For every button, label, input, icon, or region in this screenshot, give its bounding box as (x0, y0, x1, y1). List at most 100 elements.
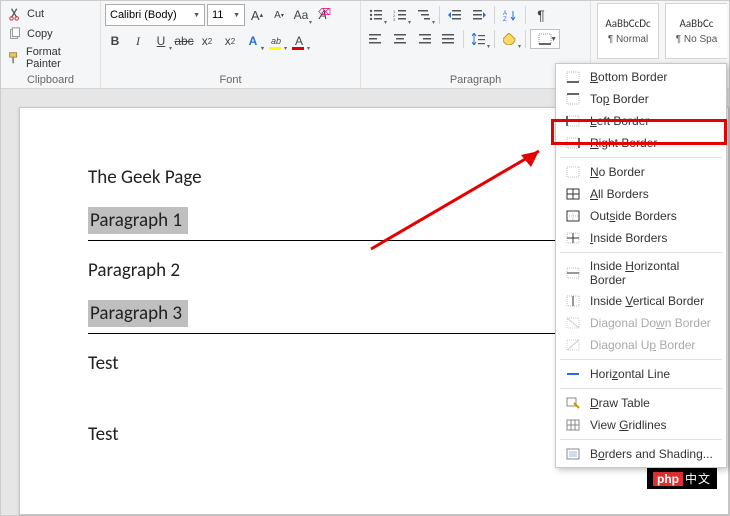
menu-label: Left Border (590, 114, 649, 128)
format-painter-label: Format Painter (26, 46, 94, 70)
text-effects-button[interactable]: A (243, 31, 263, 51)
italic-button[interactable]: I (128, 31, 148, 51)
menu-label: Draw Table (590, 396, 650, 410)
bold-button[interactable]: B (105, 31, 125, 51)
menu-outside-borders[interactable]: Outside Borders (556, 205, 726, 227)
gridlines-icon (564, 417, 582, 433)
numbering-button[interactable]: 123 (389, 5, 411, 25)
chevron-down-icon: ▼ (550, 36, 557, 43)
menu-diagonal-down: Diagonal Down Border (556, 312, 726, 334)
menu-label: No Border (590, 165, 645, 179)
font-size-combo[interactable]: 11 ▼ (207, 4, 245, 26)
menu-inside-borders[interactable]: Inside Borders (556, 227, 726, 249)
menu-label: Inside Borders (590, 231, 667, 245)
chevron-down-icon: ▼ (193, 12, 200, 19)
format-painter-button[interactable]: Format Painter (5, 45, 96, 71)
horizontal-line-icon (564, 366, 582, 382)
borders-dropdown-menu: Bottom Border Top Border Left Border Rig… (555, 63, 727, 468)
increase-indent-button[interactable] (468, 5, 490, 25)
align-center-button[interactable] (389, 29, 411, 49)
line-spacing-button[interactable] (468, 29, 490, 49)
subscript-button[interactable]: x2 (197, 31, 217, 51)
superscript-button[interactable]: x2 (220, 31, 240, 51)
test-text-2: Test (88, 423, 119, 446)
cut-icon (7, 6, 23, 22)
underline-button[interactable]: U (151, 31, 171, 51)
outside-borders-icon (564, 208, 582, 224)
copy-label: Copy (27, 28, 53, 40)
align-left-button[interactable] (365, 29, 387, 49)
menu-horizontal-line[interactable]: Horizontal Line (556, 363, 726, 385)
borders-button[interactable]: ▼ (530, 29, 560, 49)
diagonal-up-icon (564, 337, 582, 353)
menu-diagonal-up: Diagonal Up Border (556, 334, 726, 356)
menu-view-gridlines[interactable]: View Gridlines (556, 414, 726, 436)
svg-text:Z: Z (503, 17, 507, 21)
shading-button[interactable] (499, 29, 521, 49)
paragraph-3-selected: Paragraph 3 (88, 300, 188, 327)
cut-label: Cut (27, 8, 44, 20)
menu-label: Outside Borders (590, 209, 677, 223)
menu-label: Inside Vertical Border (590, 294, 704, 308)
menu-left-border[interactable]: Left Border (556, 110, 726, 132)
change-case-button[interactable]: Aa (291, 5, 311, 25)
font-color-button[interactable]: A (289, 31, 309, 51)
cut-button[interactable]: Cut (5, 5, 96, 23)
menu-bottom-border[interactable]: Bottom Border (556, 66, 726, 88)
sort-button[interactable]: AZ (499, 5, 521, 25)
menu-label: Diagonal Down Border (590, 316, 711, 330)
format-painter-icon (7, 50, 22, 66)
copy-icon (7, 26, 23, 42)
paragraph-2: Paragraph 2 (88, 259, 180, 282)
font-name-combo[interactable]: Calibri (Body) ▼ (105, 4, 205, 26)
left-border-icon (564, 113, 582, 129)
diagonal-down-icon (564, 315, 582, 331)
style-preview: AaBbCc (680, 17, 714, 30)
chevron-down-icon: ▼ (233, 12, 240, 19)
show-marks-button[interactable]: ¶ (530, 5, 552, 25)
grow-font-button[interactable]: A▴ (247, 5, 267, 25)
all-borders-icon (564, 186, 582, 202)
style-preview: AaBbCcDc (605, 17, 650, 30)
menu-label: Right Border (590, 136, 657, 150)
clipboard-group-label: Clipboard (5, 72, 96, 88)
justify-button[interactable] (437, 29, 459, 49)
menu-no-border[interactable]: No Border (556, 161, 726, 183)
borders-shading-icon (564, 446, 582, 462)
strikethrough-button[interactable]: abc (174, 31, 194, 51)
style-no-spacing[interactable]: AaBbCc ¶ No Spa (665, 3, 727, 59)
menu-label: All Borders (590, 187, 649, 201)
test-text-1: Test (88, 352, 119, 375)
menu-label: Bottom Border (590, 70, 667, 84)
bullets-button[interactable] (365, 5, 387, 25)
style-label: ¶ Normal (608, 30, 648, 45)
highlight-button[interactable]: ab (266, 31, 286, 51)
multilevel-list-button[interactable] (413, 5, 435, 25)
decrease-indent-button[interactable] (444, 5, 466, 25)
font-size-value: 11 (212, 9, 223, 21)
menu-inside-vertical[interactable]: Inside Vertical Border (556, 290, 726, 312)
menu-label: Borders and Shading... (590, 447, 713, 461)
clipboard-group: Cut Copy Format Painter Clipboard (1, 1, 101, 88)
inside-borders-icon (564, 230, 582, 246)
shrink-font-button[interactable]: A▾ (269, 5, 289, 25)
watermark-php: php (653, 472, 683, 486)
no-border-icon (564, 164, 582, 180)
menu-label: Top Border (590, 92, 649, 106)
menu-borders-shading[interactable]: Borders and Shading... (556, 443, 726, 465)
menu-top-border[interactable]: Top Border (556, 88, 726, 110)
clear-formatting-button[interactable]: A⌫ (313, 5, 333, 25)
font-group-label: Font (105, 72, 356, 88)
align-right-button[interactable] (413, 29, 435, 49)
copy-button[interactable]: Copy (5, 25, 96, 43)
style-label: ¶ No Spa (676, 30, 718, 45)
watermark-cn: 中文 (685, 470, 711, 487)
menu-right-border[interactable]: Right Border (556, 132, 726, 154)
menu-all-borders[interactable]: All Borders (556, 183, 726, 205)
menu-inside-horizontal[interactable]: Inside Horizontal Border (556, 256, 726, 290)
top-border-icon (564, 91, 582, 107)
style-normal[interactable]: AaBbCcDc ¶ Normal (597, 3, 659, 59)
menu-draw-table[interactable]: Draw Table (556, 392, 726, 414)
menu-label: Horizontal Line (590, 367, 670, 381)
bottom-border-icon (564, 69, 582, 85)
